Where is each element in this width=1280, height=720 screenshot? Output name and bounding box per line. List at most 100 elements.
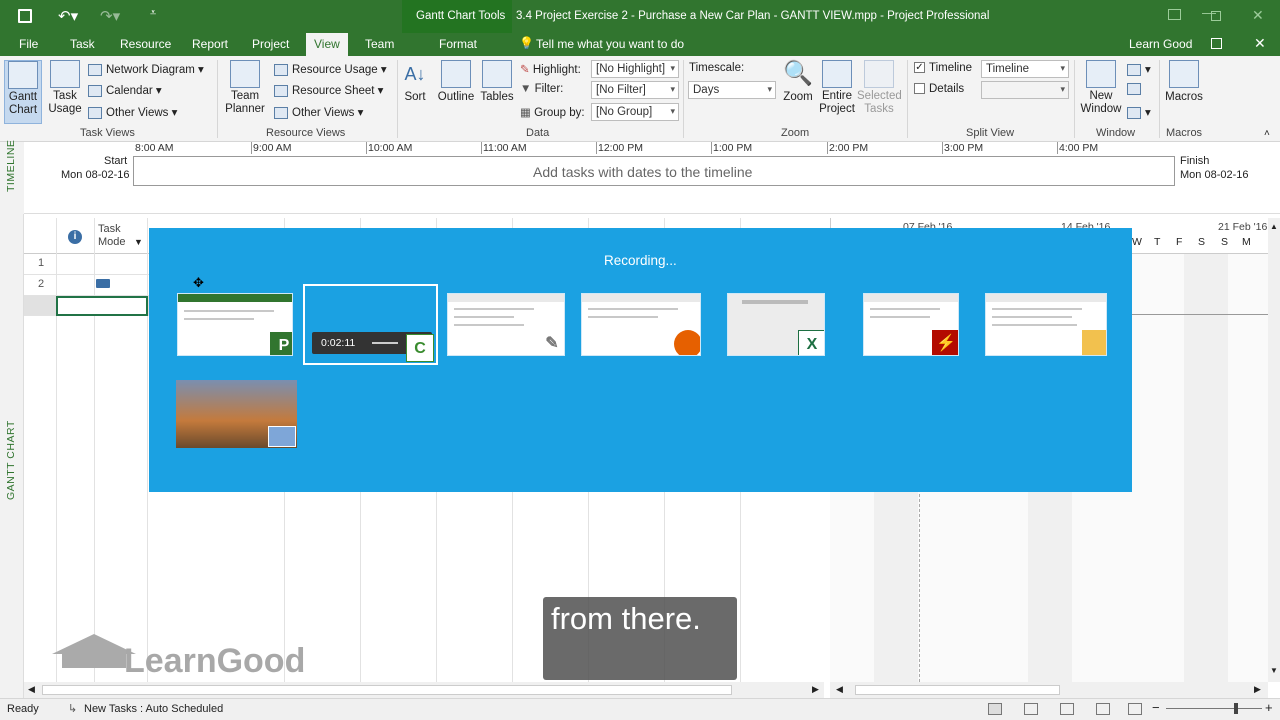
row-number: 1: [38, 257, 45, 269]
zoom-icon: 🔍: [783, 60, 813, 87]
zoom-slider[interactable]: [1166, 708, 1262, 709]
window-thumb-reader[interactable]: ⚡: [863, 293, 959, 356]
timescale-dropdown[interactable]: Days: [688, 81, 776, 99]
new-tasks-mode[interactable]: New Tasks : Auto Scheduled: [84, 703, 223, 715]
column-dropdown-icon[interactable]: ▼: [134, 237, 143, 247]
customize-qat-icon[interactable]: ⩡: [150, 7, 156, 20]
gantt-chart-icon: [8, 61, 38, 89]
details-checkbox[interactable]: Details: [914, 83, 964, 95]
collapse-ribbon-icon[interactable]: ˄: [1264, 128, 1270, 139]
group-label-macros: Macros: [1166, 127, 1203, 139]
group-by-dropdown[interactable]: [No Group]: [591, 103, 679, 121]
gantt-chart-button[interactable]: Gantt Chart: [4, 60, 42, 124]
separator: [217, 60, 218, 138]
scroll-right-icon[interactable]: ▶: [1254, 684, 1261, 695]
calendar-button[interactable]: Calendar ▾: [88, 83, 162, 97]
entire-project-button[interactable]: Entire Project: [817, 60, 857, 116]
gantt-view-shortcut-icon[interactable]: [988, 703, 1002, 715]
hide-icon[interactable]: [1127, 83, 1145, 95]
status-bar: Ready ↳ New Tasks : Auto Scheduled − +: [0, 698, 1280, 720]
separator: [683, 60, 684, 138]
tell-me-box[interactable]: Tell me what you want to do: [536, 37, 684, 51]
tab-resource[interactable]: Resource: [120, 37, 171, 51]
timeline-start-label: Start: [104, 155, 128, 167]
tab-team[interactable]: Team: [365, 37, 394, 51]
timeline-ticks: 8:00 AM 9:00 AM 10:00 AM 11:00 AM 12:00 …: [133, 142, 1175, 156]
filter-label: ▼ Filter:: [520, 83, 564, 95]
other-views-button[interactable]: Other Views ▾: [88, 105, 177, 119]
resource-other-views-button[interactable]: Other Views ▾: [274, 105, 363, 119]
team-planner-button[interactable]: Team Planner: [222, 60, 268, 116]
report-shortcut-icon[interactable]: [1128, 703, 1142, 715]
close-icon[interactable]: ✕: [1252, 7, 1264, 24]
calendar-icon: [88, 84, 102, 97]
scroll-thumb[interactable]: [42, 685, 732, 695]
new-window-button[interactable]: New Window: [1078, 60, 1124, 116]
window-thumb-desktop[interactable]: [176, 380, 297, 448]
title-bar: ↶▾ ↷▾ ⩡ Gantt Chart Tools 3.4 Project Ex…: [0, 0, 1280, 33]
highlight-label: ✎ Highlight:: [520, 64, 581, 76]
sort-button[interactable]: A↓ Sort: [401, 60, 429, 105]
scroll-up-icon[interactable]: ▲: [1270, 222, 1278, 231]
window-thumb-recorder-selected[interactable]: 0:02:11 C: [303, 284, 438, 365]
window-thumb-firefox[interactable]: [581, 293, 701, 356]
tab-format[interactable]: Format: [439, 37, 477, 51]
window-thumb-notepad[interactable]: ✎: [447, 293, 565, 356]
entire-project-label: Entire Project: [819, 90, 855, 115]
scroll-down-icon[interactable]: ▼: [1270, 666, 1278, 675]
scroll-left-icon[interactable]: ◀: [28, 684, 35, 695]
outline-button[interactable]: Outline: [436, 60, 476, 105]
tab-project[interactable]: Project: [252, 37, 289, 51]
column-task-mode[interactable]: Task Mode: [98, 223, 128, 249]
resource-usage-button[interactable]: Resource Usage ▾: [274, 62, 387, 76]
resource-sheet-button[interactable]: Resource Sheet ▾: [274, 83, 383, 97]
zoom-button[interactable]: 🔍 Zoom: [781, 60, 815, 105]
undo-icon[interactable]: ↶▾: [58, 7, 78, 25]
macros-button[interactable]: Macros: [1163, 60, 1205, 105]
zoom-in-icon[interactable]: +: [1265, 700, 1273, 715]
switch-windows-icon[interactable]: ▾: [1127, 105, 1151, 119]
vertical-scrollbar[interactable]: ▲ ▼: [1268, 218, 1280, 682]
firefox-app-icon: [674, 330, 700, 355]
window-thumb-project[interactable]: P: [177, 293, 293, 356]
task-usage-button[interactable]: Task Usage: [46, 60, 84, 116]
zoom-out-icon[interactable]: −: [1152, 700, 1160, 715]
learngood-logo: LearnGood: [52, 628, 312, 686]
restore-icon[interactable]: [1211, 11, 1221, 21]
day-header: W: [1132, 236, 1142, 248]
save-icon[interactable]: [18, 9, 32, 23]
network-diagram-button[interactable]: Network Diagram ▾: [88, 62, 204, 76]
team-planner-shortcut-icon[interactable]: [1060, 703, 1074, 715]
timeline-tick: 2:00 PM: [827, 142, 869, 154]
tables-button[interactable]: Tables: [479, 60, 515, 105]
timeline-tick: 10:00 AM: [366, 142, 413, 154]
resource-sheet-shortcut-icon[interactable]: [1096, 703, 1110, 715]
timeline-checkbox[interactable]: ✓ Timeline: [914, 62, 972, 74]
window-thumb-explorer[interactable]: [985, 293, 1107, 356]
user-name[interactable]: Learn Good: [1129, 37, 1192, 51]
tab-view[interactable]: View: [306, 33, 348, 56]
subtitle-caption: from there.: [543, 597, 737, 680]
folder-app-icon: [1082, 330, 1106, 355]
window-thumb-excel[interactable]: X: [727, 293, 825, 356]
restore-pane-icon[interactable]: [1211, 38, 1222, 49]
tab-file[interactable]: File: [19, 37, 38, 51]
chart-horizontal-scrollbar[interactable]: ◀ ▶: [830, 682, 1268, 698]
scroll-left-icon[interactable]: ◀: [836, 684, 843, 695]
tab-task[interactable]: Task: [70, 37, 95, 51]
close-pane-icon[interactable]: ✕: [1254, 35, 1266, 52]
scroll-right-icon[interactable]: ▶: [812, 684, 819, 695]
zoom-slider-thumb[interactable]: [1234, 703, 1238, 714]
timeline-bar[interactable]: Add tasks with dates to the timeline: [133, 156, 1175, 186]
filter-dropdown[interactable]: [No Filter]: [591, 81, 679, 99]
task-usage-shortcut-icon[interactable]: [1024, 703, 1038, 715]
arrange-icon[interactable]: ▾: [1127, 62, 1151, 76]
group-by-label: ▦ Group by:: [520, 107, 585, 119]
highlight-dropdown[interactable]: [No Highlight]: [591, 60, 679, 78]
new-window-icon: [1086, 60, 1116, 88]
tab-report[interactable]: Report: [192, 37, 228, 51]
scroll-thumb[interactable]: [855, 685, 1060, 695]
ribbon-display-icon[interactable]: [1168, 9, 1181, 20]
active-cell[interactable]: [56, 296, 148, 316]
timeline-dropdown[interactable]: Timeline: [981, 60, 1069, 78]
